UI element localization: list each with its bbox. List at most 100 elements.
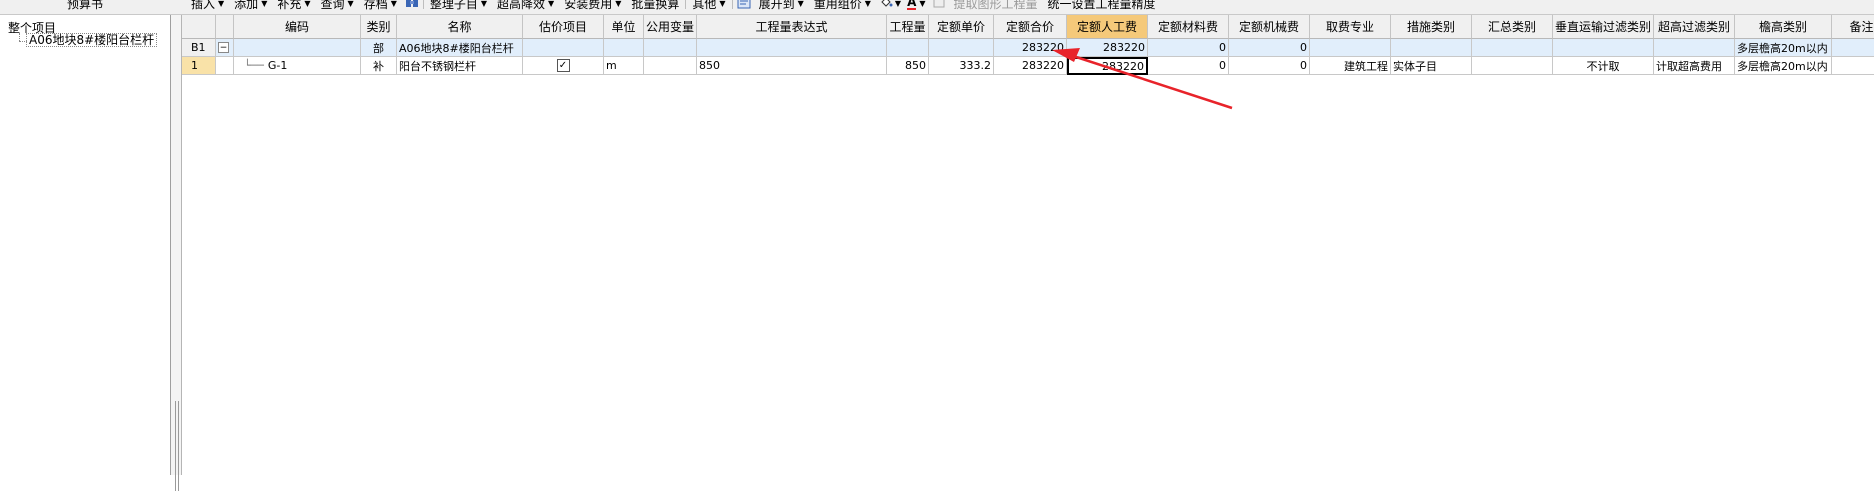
paint-bucket-icon[interactable]: ▼ bbox=[876, 0, 904, 9]
column-header-expander[interactable] bbox=[216, 15, 234, 39]
machine-cell[interactable]: 0 bbox=[1229, 39, 1310, 57]
column-header-public-var[interactable]: 公用变量 bbox=[644, 15, 697, 39]
reuse-pricing-button[interactable]: 重用组价 ▼ bbox=[809, 0, 876, 12]
column-header-unit-price[interactable]: 定额单价 bbox=[929, 15, 994, 39]
tree-child-item[interactable]: A06地块8#楼阳台栏杆 bbox=[26, 33, 158, 47]
labor-cell-selected[interactable]: 283220 bbox=[1067, 57, 1148, 75]
eave-type-cell[interactable]: 多层檐高20m以内 bbox=[1735, 39, 1832, 57]
table-row[interactable]: 1 └── G-1 补 阳台不锈钢栏杆 ✓ m 850 850 333.2 283… bbox=[182, 57, 1874, 75]
insert-button[interactable]: 插入 ▼ bbox=[186, 0, 229, 12]
install-cost-button[interactable]: 安装费用 ▼ bbox=[559, 0, 626, 12]
quantity-cell[interactable] bbox=[887, 39, 929, 57]
column-header-measure-type[interactable]: 措施类别 bbox=[1391, 15, 1472, 39]
expand-icon[interactable] bbox=[734, 0, 754, 9]
column-header-machine[interactable]: 定额机械费 bbox=[1229, 15, 1310, 39]
query-button[interactable]: 查询 ▼ bbox=[316, 0, 359, 12]
other-button[interactable]: 其他 ▼ bbox=[687, 0, 730, 12]
estimate-cell[interactable]: ✓ bbox=[523, 57, 604, 75]
unit-price-cell[interactable] bbox=[929, 39, 994, 57]
expander-cell[interactable]: − bbox=[216, 39, 234, 57]
supplement-button[interactable]: 补充 ▼ bbox=[272, 0, 315, 12]
unit-cell[interactable] bbox=[604, 39, 644, 57]
collapse-icon[interactable]: − bbox=[218, 42, 229, 53]
material-cell[interactable]: 0 bbox=[1148, 57, 1229, 75]
column-header-vertical-filter[interactable]: 垂直运输过滤类别 bbox=[1553, 15, 1654, 39]
table-row[interactable]: B1 − 部 A06地块8#楼阳台栏杆 283220 283220 0 0 多层… bbox=[182, 39, 1874, 57]
super-high-reduction-button[interactable]: 超高降效 ▼ bbox=[492, 0, 559, 12]
expander-cell[interactable] bbox=[216, 57, 234, 75]
find-icon[interactable] bbox=[402, 0, 422, 9]
chevron-down-icon: ▼ bbox=[864, 0, 871, 8]
column-header-super-high-filter[interactable]: 超高过滤类别 bbox=[1654, 15, 1735, 39]
project-tree-panel: 整个项目 A06地块8#楼阳台栏杆 bbox=[0, 15, 171, 475]
column-header-type[interactable]: 类别 bbox=[361, 15, 397, 39]
row-number[interactable]: 1 bbox=[182, 57, 216, 75]
extract-graphic-quantity-button: 提取图形工程量 bbox=[953, 0, 1038, 11]
quantity-cell[interactable]: 850 bbox=[887, 57, 929, 75]
expression-cell[interactable] bbox=[697, 39, 887, 57]
chevron-down-icon: ▼ bbox=[218, 0, 225, 8]
code-cell[interactable]: └── G-1 bbox=[234, 57, 361, 75]
column-header-name[interactable]: 名称 bbox=[397, 15, 523, 39]
unit-price-cell[interactable]: 333.2 bbox=[929, 57, 994, 75]
super-high-filter-cell[interactable]: 计取超高费用 bbox=[1654, 57, 1735, 75]
name-cell[interactable]: 阳台不锈钢栏杆 bbox=[397, 57, 523, 75]
unit-cell[interactable]: m bbox=[604, 57, 644, 75]
font-color-icon[interactable]: A ▼ bbox=[904, 0, 928, 10]
row-number[interactable]: B1 bbox=[182, 39, 216, 57]
batch-convert-button[interactable]: 批量换算 bbox=[626, 0, 684, 12]
column-header-unit[interactable]: 单位 bbox=[604, 15, 644, 39]
estimate-cell[interactable] bbox=[523, 39, 604, 57]
chevron-down-icon: ▼ bbox=[390, 0, 397, 8]
column-header-code[interactable]: 编码 bbox=[234, 15, 361, 39]
measure-type-cell[interactable]: 实体子目 bbox=[1391, 57, 1472, 75]
tree-connector bbox=[19, 33, 20, 41]
extract-graphic-icon bbox=[929, 0, 949, 9]
vertical-filter-cell[interactable]: 不计取 bbox=[1553, 57, 1654, 75]
column-header-remark[interactable]: 备注 bbox=[1832, 15, 1874, 39]
labor-cell[interactable]: 283220 bbox=[1067, 39, 1148, 57]
name-cell[interactable]: A06地块8#楼阳台栏杆 bbox=[397, 39, 523, 57]
column-header-quantity[interactable]: 工程量 bbox=[887, 15, 929, 39]
splitter-grip[interactable] bbox=[175, 401, 179, 491]
chevron-down-icon: ▼ bbox=[894, 0, 902, 8]
panel-splitter[interactable] bbox=[171, 15, 182, 491]
column-header-material[interactable]: 定额材料费 bbox=[1148, 15, 1229, 39]
chevron-down-icon: ▼ bbox=[261, 0, 268, 8]
total-cell[interactable]: 283220 bbox=[994, 57, 1067, 75]
column-header-total[interactable]: 定额合价 bbox=[994, 15, 1067, 39]
summary-type-cell[interactable] bbox=[1472, 39, 1553, 57]
column-header-expression[interactable]: 工程量表达式 bbox=[697, 15, 887, 39]
remark-cell[interactable] bbox=[1832, 39, 1874, 57]
code-cell[interactable] bbox=[234, 39, 361, 57]
public-var-cell[interactable] bbox=[644, 57, 697, 75]
column-header-estimate[interactable]: 估价项目 bbox=[523, 15, 604, 39]
unify-precision-button[interactable]: 统一设置工程量精度 bbox=[1043, 0, 1161, 12]
estimate-checkbox[interactable]: ✓ bbox=[556, 59, 570, 72]
type-cell[interactable]: 补 bbox=[361, 57, 397, 75]
column-header-fee-major[interactable]: 取费专业 bbox=[1310, 15, 1391, 39]
chevron-down-icon: ▼ bbox=[548, 0, 555, 8]
super-high-filter-cell[interactable] bbox=[1654, 39, 1735, 57]
column-header-eave-type[interactable]: 檐高类别 bbox=[1735, 15, 1832, 39]
total-cell[interactable]: 283220 bbox=[994, 39, 1067, 57]
archive-button[interactable]: 存档 ▼ bbox=[359, 0, 402, 12]
fee-major-cell[interactable]: 建筑工程 bbox=[1310, 57, 1391, 75]
remark-cell[interactable] bbox=[1832, 57, 1874, 75]
machine-cell[interactable]: 0 bbox=[1229, 57, 1310, 75]
type-cell[interactable]: 部 bbox=[361, 39, 397, 57]
eave-type-cell[interactable]: 多层檐高20m以内 bbox=[1735, 57, 1832, 75]
organize-items-button[interactable]: 整理子目 ▼ bbox=[425, 0, 492, 12]
summary-type-cell[interactable] bbox=[1472, 57, 1553, 75]
vertical-filter-cell[interactable] bbox=[1553, 39, 1654, 57]
column-header-labor[interactable]: 定额人工费 bbox=[1067, 15, 1148, 39]
column-header-summary-type[interactable]: 汇总类别 bbox=[1472, 15, 1553, 39]
column-header-rownum[interactable] bbox=[182, 15, 216, 39]
add-button[interactable]: 添加 ▼ bbox=[229, 0, 272, 12]
expand-to-button[interactable]: 展开到 ▼ bbox=[754, 0, 809, 12]
expression-cell[interactable]: 850 bbox=[697, 57, 887, 75]
measure-type-cell[interactable] bbox=[1391, 39, 1472, 57]
material-cell[interactable]: 0 bbox=[1148, 39, 1229, 57]
fee-major-cell[interactable] bbox=[1310, 39, 1391, 57]
public-var-cell[interactable] bbox=[644, 39, 697, 57]
